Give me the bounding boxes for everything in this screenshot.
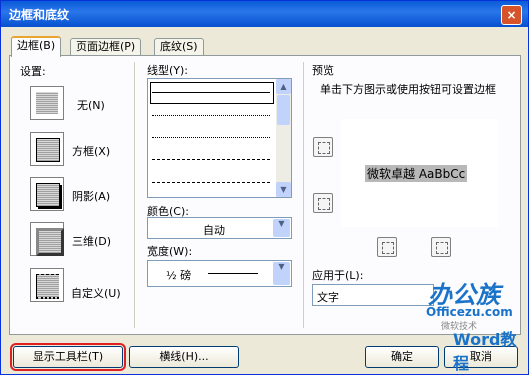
bottom-border-button[interactable] — [313, 193, 333, 213]
divider-left — [134, 62, 135, 328]
style-label: 线型(Y): — [147, 64, 189, 77]
width-label: 宽度(W): — [147, 245, 193, 258]
tab-shading[interactable]: 底纹(S) — [154, 38, 204, 55]
borders-shading-dialog: 边框和底纹 × 边框(B) 页面边框(P) 底纹(S) 设置: 无(N) 方框(… — [0, 0, 529, 375]
color-value: 自动 — [203, 224, 225, 237]
settings-heading: 设置: — [20, 65, 46, 78]
setting-custom-label: 自定义(U) — [71, 287, 121, 300]
line-style-list[interactable]: ▲ ▼ — [147, 78, 292, 198]
show-toolbar-button[interactable]: 显示工具栏(T) — [10, 343, 126, 371]
chevron-down-icon[interactable]: ▼ — [273, 262, 290, 285]
3d-icon — [36, 228, 64, 256]
dialog-title: 边框和底纹 — [9, 8, 70, 22]
line-style-dotted[interactable] — [152, 115, 270, 116]
line-style-dash-dot[interactable] — [152, 182, 270, 183]
scroll-up-icon[interactable]: ▲ — [276, 79, 291, 94]
shadow-icon — [36, 183, 60, 207]
apply-to-label: 应用于(L): — [312, 269, 364, 282]
setting-3d-label: 三维(D) — [72, 235, 112, 248]
preview-sample-text: 微软卓越 AaBbCc — [365, 165, 468, 182]
tab-page-border[interactable]: 页面边框(P) — [70, 38, 142, 55]
setting-custom-button[interactable] — [30, 268, 64, 302]
title-bar: 边框和底纹 × — [1, 1, 528, 27]
horizontal-line-button[interactable]: 横线(H)... — [129, 346, 239, 368]
preview-area[interactable]: 微软卓越 AaBbCc — [341, 119, 498, 227]
preview-hint: 单击下方图示或使用按钮可设置边框 — [320, 83, 496, 96]
left-border-button[interactable] — [377, 237, 397, 257]
watermark-site: Officezu.com — [426, 305, 513, 319]
watermark-course: Word教程 — [453, 330, 517, 373]
right-border-button[interactable] — [431, 237, 451, 257]
top-border-button[interactable] — [313, 137, 333, 157]
setting-shadow-button[interactable] — [30, 177, 64, 211]
setting-none-label: 无(N) — [77, 99, 105, 112]
setting-3d-button[interactable] — [30, 222, 64, 256]
line-style-small-dot[interactable] — [152, 137, 270, 138]
apply-to-value: 文字 — [317, 291, 339, 304]
setting-shadow-label: 阴影(A) — [72, 190, 111, 203]
setting-box-label: 方框(X) — [72, 145, 111, 158]
color-combo[interactable]: 自动 ▼ — [147, 217, 292, 239]
setting-none-button[interactable] — [30, 86, 64, 120]
line-style-solid[interactable] — [152, 92, 270, 93]
setting-box-button[interactable] — [30, 132, 64, 166]
none-icon — [36, 92, 58, 114]
apply-to-combo[interactable]: 文字 — [312, 284, 434, 306]
width-value: ½ 磅 — [166, 269, 192, 282]
width-sample-line — [208, 273, 258, 274]
chevron-down-icon[interactable]: ▼ — [273, 219, 290, 237]
selected-style-row[interactable] — [150, 82, 274, 104]
custom-icon — [36, 274, 59, 299]
preview-heading: 预览 — [312, 64, 334, 77]
line-style-dashed[interactable] — [152, 159, 270, 160]
ok-button[interactable]: 确定 — [365, 346, 439, 368]
scroll-thumb[interactable] — [277, 95, 290, 125]
tab-borders[interactable]: 边框(B) — [11, 36, 62, 57]
divider-right — [303, 62, 304, 328]
box-icon — [36, 138, 60, 162]
width-combo[interactable]: ½ 磅 ▼ — [147, 260, 292, 287]
scroll-down-icon[interactable]: ▼ — [276, 182, 291, 197]
style-scrollbar[interactable]: ▲ ▼ — [276, 79, 291, 197]
close-button[interactable]: × — [501, 5, 522, 25]
